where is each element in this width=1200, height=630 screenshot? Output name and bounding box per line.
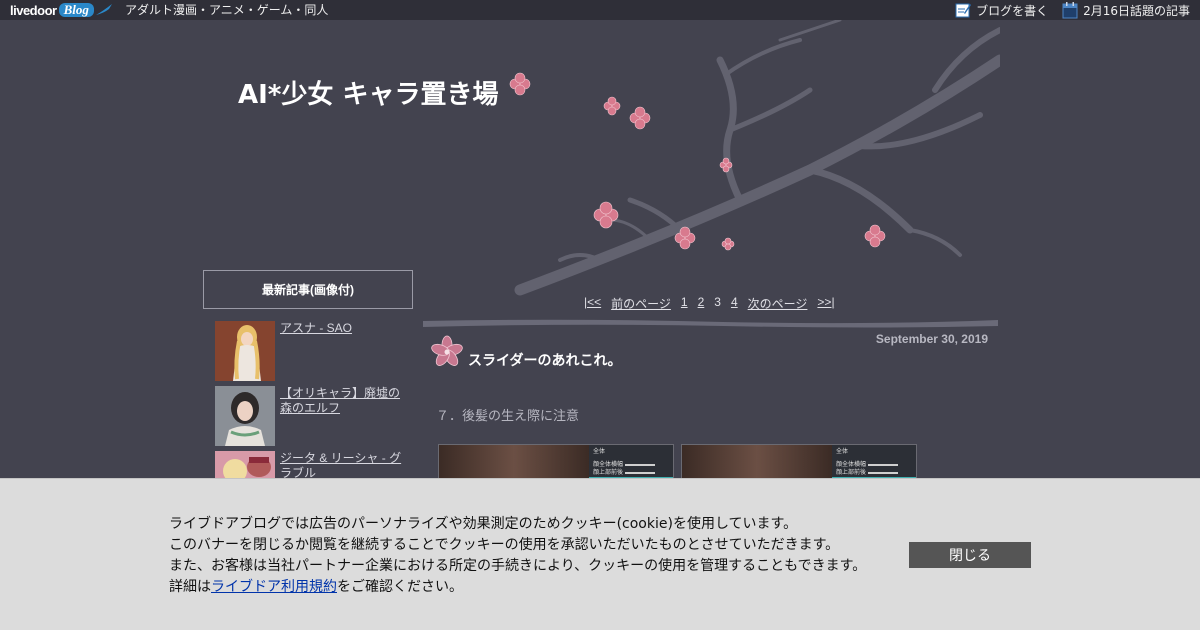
trending-label: 2月16日話題の記事 [1083, 3, 1190, 18]
cherry-blossom-icon [431, 335, 463, 366]
screenshot-slider-panel: 全体 顔全体横幅 顔上部前後 [832, 445, 916, 479]
post-screenshot-after[interactable]: 全体 顔全体横幅 顔上部前後 [681, 444, 917, 480]
sidebar-item-elf[interactable]: 【オリキャラ】廃墟の森のエルフ [215, 386, 410, 446]
cookie-line-4: 詳細はライブドア利用規約をご確認ください。 [169, 577, 866, 598]
write-blog-label: ブログを書く [976, 3, 1049, 18]
top-bar-actions: ブログを書く 2月16日話題の記事 [941, 1, 1190, 19]
post-screenshot-before[interactable]: 全体 顔全体横幅 顔上部前後 [438, 444, 674, 480]
article-thumbnail[interactable] [215, 321, 275, 381]
category-link[interactable]: アダルト漫画・アニメ・ゲーム・同人 [125, 2, 328, 18]
brush-divider [423, 319, 998, 328]
pen-swoosh-icon [95, 4, 112, 15]
prev-page-link[interactable]: 前のページ [611, 295, 671, 312]
last-page-link[interactable]: >>| [817, 295, 834, 312]
blog-title[interactable]: AI*少女 キャラ置き場 [238, 74, 498, 111]
post-title[interactable]: スライダーのあれこれ。 [468, 350, 622, 370]
screenshot-slider-panel: 全体 顔全体横幅 顔上部前後 [589, 445, 673, 479]
current-page: 3 [714, 295, 721, 309]
cookie-details-suffix: をご確認ください。 [337, 579, 463, 595]
slider-bar [625, 464, 655, 466]
post-body-text: ７．後髪の生え際に注意 [436, 409, 580, 424]
cookie-line-2: このバナーを閉じるか閲覧を継続することでクッキーの使用を承認いただいたものとさせ… [169, 537, 840, 553]
slider-panel-label: 全体 [836, 448, 849, 455]
sidebar-item-label[interactable]: アスナ - SAO [280, 321, 352, 381]
article-thumbnail[interactable] [215, 386, 275, 446]
slider-bar [868, 464, 898, 466]
top-bar: livedoor Blog アダルト漫画・アニメ・ゲーム・同人 ブログを書く 2… [0, 0, 1200, 20]
page-link-2[interactable]: 2 [698, 295, 705, 312]
slider-panel-label: 全体 [593, 448, 606, 455]
next-page-link[interactable]: 次のページ [748, 295, 808, 312]
slider-label: 顔上部前後 [593, 469, 624, 476]
logo-blog-badge: Blog [58, 3, 94, 17]
sidebar-item-asuna[interactable]: アスナ - SAO [215, 321, 410, 381]
post-date: September 30, 2019 [875, 332, 988, 346]
cherry-branch-illustration [509, 20, 1000, 296]
cookie-banner: ライブドアブログでは広告のパーソナライズや効果測定のためクッキー(cookie)… [0, 478, 1200, 630]
sidebar-heading: 最新記事(画像付) [203, 270, 413, 309]
cookie-line-1: ライブドアブログでは広告のパーソナライズや効果測定のためクッキー(cookie)… [169, 516, 798, 532]
page-link-4[interactable]: 4 [731, 295, 738, 312]
cookie-details-prefix: 詳細は [169, 579, 211, 595]
write-blog-link[interactable]: ブログを書く [955, 2, 1048, 19]
calendar-icon [1062, 1, 1078, 18]
trending-link[interactable]: 2月16日話題の記事 [1062, 1, 1190, 19]
edit-note-icon [955, 3, 972, 18]
slider-label: 顔全体横幅 [593, 461, 624, 468]
sidebar-item-label[interactable]: 【オリキャラ】廃墟の森のエルフ [280, 386, 410, 446]
slider-bar [868, 472, 898, 474]
screenshot-hair-area [439, 445, 589, 479]
cookie-notice-text: ライブドアブログでは広告のパーソナライズや効果測定のためクッキー(cookie)… [169, 514, 866, 598]
slider-label: 顔全体横幅 [836, 461, 867, 468]
livedoor-blog-logo[interactable]: livedoor Blog [10, 1, 113, 19]
screenshot-hair-area [682, 445, 832, 479]
first-page-link[interactable]: |<< [584, 295, 601, 312]
terms-link[interactable]: ライブドア利用規約 [211, 579, 337, 595]
pagination: |<< 前のページ 1 2 3 4 次のページ >>| [584, 295, 835, 312]
slider-label: 顔上部前後 [836, 469, 867, 476]
cookie-close-button[interactable]: 閉じる [909, 542, 1031, 568]
logo-wordmark: livedoor [10, 2, 57, 18]
page-link-1[interactable]: 1 [681, 295, 688, 312]
slider-bar [625, 472, 655, 474]
cookie-line-3: また、お客様は当社パートナー企業における所定の手続きにより、クッキーの使用を管理… [169, 558, 867, 574]
